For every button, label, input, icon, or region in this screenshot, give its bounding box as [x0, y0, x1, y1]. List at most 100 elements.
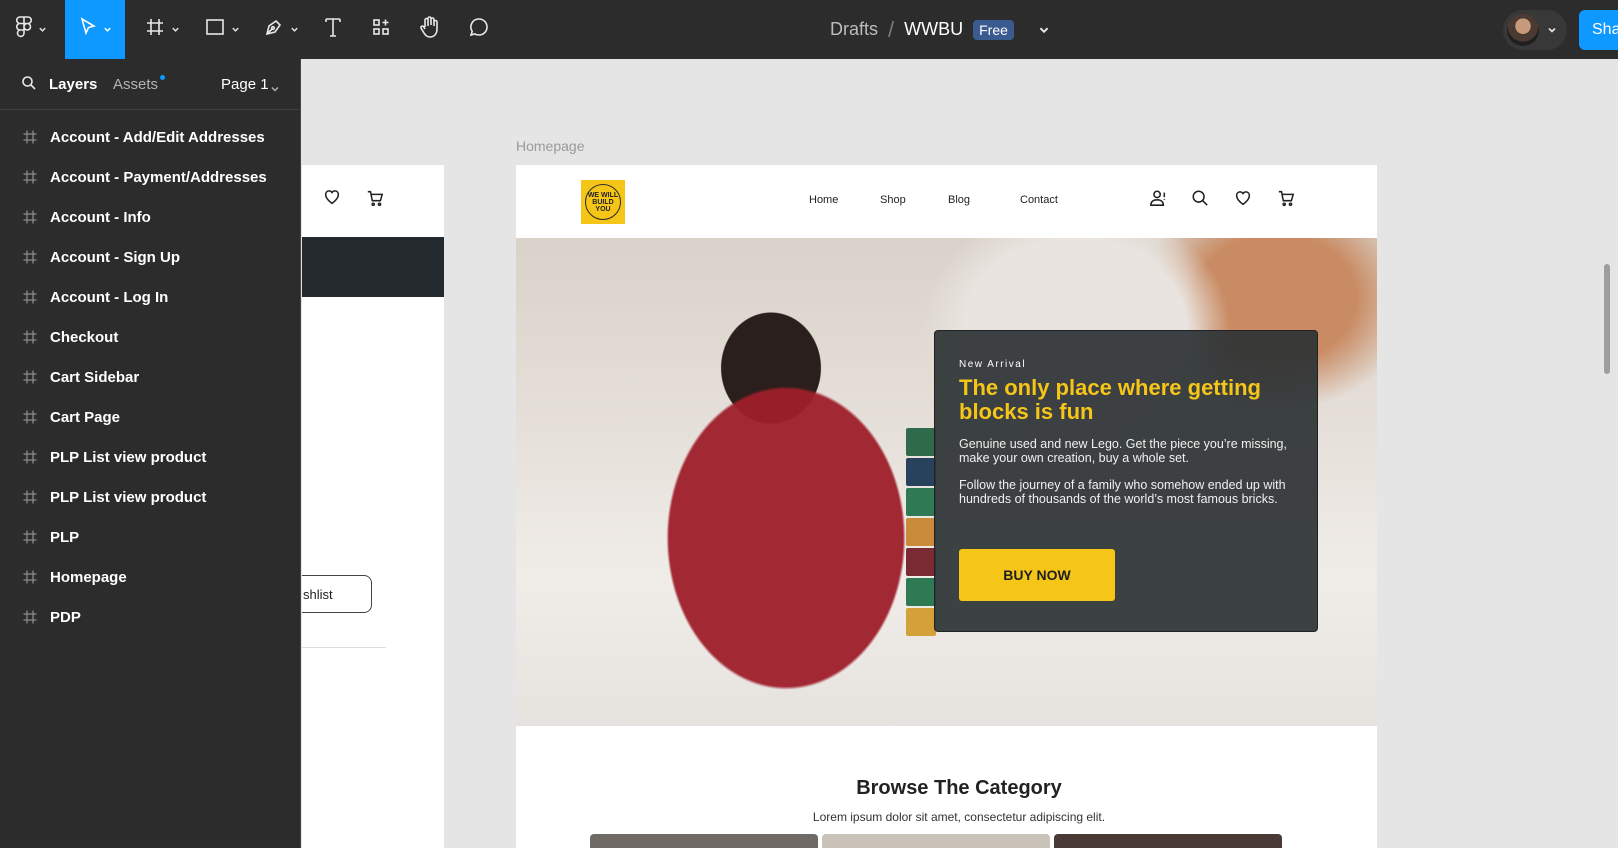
frame-hash-icon — [22, 489, 38, 505]
chevron-down-icon — [284, 21, 299, 39]
main-menu-button[interactable] — [0, 0, 63, 59]
layer-label: Homepage — [50, 568, 127, 586]
hero-paragraph: Genuine used and new Lego. Get the piece… — [959, 437, 1287, 465]
file-menu-chevron-icon[interactable] — [1038, 24, 1050, 36]
category-card — [1054, 834, 1282, 848]
move-tool-button[interactable] — [65, 0, 125, 59]
heart-icon — [323, 188, 341, 211]
category-card — [590, 834, 818, 848]
layer-item[interactable]: Account - Sign Up — [0, 237, 300, 277]
page-selector[interactable]: Page 1 — [221, 76, 269, 93]
user-menu-button[interactable] — [1503, 10, 1567, 50]
chevron-down-icon[interactable] — [270, 81, 280, 99]
search-icon[interactable] — [21, 75, 37, 96]
layer-item[interactable]: Account - Log In — [0, 277, 300, 317]
layer-label: PLP List view product — [50, 488, 207, 506]
comment-bubble-icon — [468, 16, 490, 43]
dark-banner — [302, 237, 444, 297]
layer-label: PLP List view product — [50, 448, 207, 466]
site-header: WE WILL BUILD YOU Home Shop Blog Contact — [516, 165, 1377, 238]
layer-label: Account - Info — [50, 208, 151, 226]
frame-hash-icon — [22, 329, 38, 345]
hand-tool-button[interactable] — [413, 0, 447, 59]
tab-assets[interactable]: Assets — [113, 76, 158, 93]
resources-tool-button[interactable] — [364, 0, 398, 59]
layer-list: Account - Add/Edit Addresses Account - Pa… — [0, 110, 300, 637]
plan-badge[interactable]: Free — [973, 19, 1014, 40]
text-t-icon — [323, 16, 343, 43]
user-icon — [1149, 189, 1167, 212]
layer-label: Checkout — [50, 328, 119, 346]
frame-hash-icon — [22, 449, 38, 465]
frame-label[interactable]: Homepage — [516, 138, 585, 154]
nav-home: Home — [809, 194, 839, 206]
layer-label: Account - Add/Edit Addresses — [50, 128, 265, 146]
buy-now-button: BUY NOW — [959, 549, 1115, 601]
nav-shop: Shop — [880, 194, 906, 206]
layer-item[interactable]: Account - Payment/Addresses — [0, 157, 300, 197]
layer-label: PLP — [50, 528, 80, 546]
site-logo: WE WILL BUILD YOU — [581, 180, 625, 224]
pen-tool-button[interactable] — [256, 0, 306, 59]
layer-item[interactable]: Checkout — [0, 317, 300, 357]
frame-hash-icon — [22, 529, 38, 545]
layer-item[interactable]: PLP List view product — [0, 477, 300, 517]
comment-tool-button[interactable] — [462, 0, 496, 59]
hero-eyebrow: New Arrival — [959, 359, 1027, 370]
layers-panel: Layers Assets Page 1 Account - Add/Edit … — [0, 59, 301, 848]
frame-hash-icon — [22, 169, 38, 185]
section-subtitle: Lorem ipsum dolor sit amet, consectetur … — [812, 810, 1106, 824]
adjacent-frame[interactable]: shlist — [302, 165, 444, 848]
assets-notification-dot — [160, 75, 165, 80]
frame-hash-icon — [22, 369, 38, 385]
frame-hash-icon — [22, 569, 38, 585]
frame-tool-button[interactable] — [137, 0, 187, 59]
shape-tool-button[interactable] — [196, 0, 248, 59]
layer-item[interactable]: Account - Add/Edit Addresses — [0, 117, 300, 157]
tab-layers[interactable]: Layers — [49, 76, 97, 93]
nav-blog: Blog — [948, 194, 971, 206]
layer-item[interactable]: PDP — [0, 597, 300, 637]
category-card — [822, 834, 1050, 848]
homepage-frame[interactable]: WE WILL BUILD YOU Home Shop Blog Contact — [516, 165, 1377, 848]
layer-label: Account - Sign Up — [50, 248, 180, 266]
cart-icon — [1277, 189, 1295, 212]
layer-item[interactable]: Account - Info — [0, 197, 300, 237]
layer-item[interactable]: PLP List view product — [0, 437, 300, 477]
top-toolbar: Drafts / WWBU Free Sha — [0, 0, 1618, 59]
wishlist-button-fragment: shlist — [302, 575, 372, 613]
file-breadcrumb: Drafts / WWBU Free — [830, 0, 1050, 59]
divider — [302, 647, 386, 648]
logo-text: WE WILL BUILD YOU — [585, 184, 621, 220]
section-title: Browse The Category — [856, 777, 1062, 799]
file-name[interactable]: WWBU — [904, 19, 963, 40]
frame-hash-icon — [22, 409, 38, 425]
text-tool-button[interactable] — [316, 0, 350, 59]
layer-label: Cart Page — [50, 408, 121, 426]
rectangle-icon — [205, 17, 225, 42]
avatar — [1507, 14, 1539, 46]
nav-contact: Contact — [1020, 194, 1058, 206]
share-button[interactable]: Sha — [1579, 10, 1618, 50]
chevron-down-icon — [225, 21, 240, 39]
layer-label: Cart Sidebar — [50, 368, 140, 386]
frame-hash-icon — [145, 17, 165, 42]
toy-blocks-image — [906, 428, 936, 638]
hero-paragraph: Follow the journey of a family who someh… — [959, 478, 1286, 506]
frame-hash-icon — [22, 129, 38, 145]
layer-item[interactable]: Cart Sidebar — [0, 357, 300, 397]
frame-hash-icon — [22, 609, 38, 625]
breadcrumb-separator: / — [888, 16, 895, 42]
breadcrumb-drafts[interactable]: Drafts — [830, 19, 878, 40]
frame-hash-icon — [22, 289, 38, 305]
layer-item[interactable]: PLP — [0, 517, 300, 557]
hero-card: New Arrival The only place where getting… — [934, 330, 1318, 632]
chevron-down-icon — [32, 21, 47, 39]
canvas-scrollbar[interactable] — [1604, 264, 1610, 374]
chevron-down-icon — [97, 21, 112, 39]
hero-title: The only place where getting blocks is f… — [959, 375, 1261, 424]
layer-item[interactable]: Homepage — [0, 557, 300, 597]
layer-label: PDP — [50, 608, 81, 626]
layer-item[interactable]: Cart Page — [0, 397, 300, 437]
design-canvas[interactable]: shlist Homepage WE WILL BUILD YOU Home S… — [302, 59, 1618, 848]
